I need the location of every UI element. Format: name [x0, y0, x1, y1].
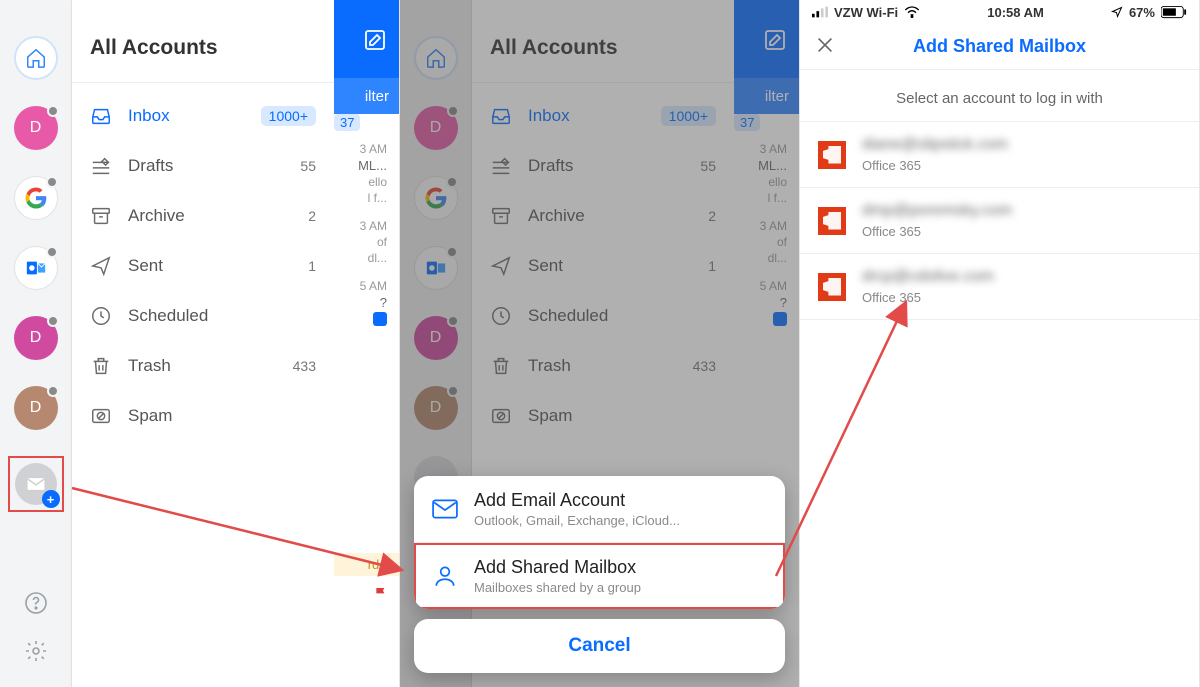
folder-drafts[interactable]: Drafts 55 [72, 141, 334, 191]
plus-icon: + [42, 490, 60, 508]
peek-yesterday-header: rday [334, 553, 399, 576]
clock-label: 10:58 AM [987, 5, 1044, 20]
message-list-peek: ilter 37 3 AM ML... ello l f... 3 AM of … [334, 0, 399, 687]
account-avatar-3[interactable]: D [14, 386, 58, 430]
mail-icon [432, 499, 458, 519]
panel-step-1: D D D + [0, 0, 400, 687]
account-list: diane@slipstick.comOffice 365 dmp@porems… [800, 121, 1199, 320]
panel-step-2: D D D All Accounts Inbox1000+ Drafts55 A… [400, 0, 800, 687]
wifi-icon [904, 6, 920, 18]
nav-bar: Add Shared Mailbox [800, 24, 1199, 70]
compose-icon[interactable] [363, 28, 387, 52]
folder-drawer: All Accounts Inbox 1000+ Drafts 55 Archi… [72, 0, 334, 687]
status-bar: VZW Wi-Fi 10:58 AM 67% [800, 0, 1199, 24]
add-account-button[interactable]: + [15, 463, 57, 505]
office365-icon [818, 141, 846, 169]
account-row-1[interactable]: diane@slipstick.comOffice 365 [800, 122, 1199, 188]
account-avatar-1[interactable]: D [14, 106, 58, 150]
action-sheet: Add Email Account Outlook, Gmail, Exchan… [414, 476, 785, 673]
account-rail: D D D + [0, 0, 72, 687]
home-icon [25, 47, 47, 69]
person-icon [432, 563, 458, 589]
folder-trash[interactable]: Trash 433 [72, 341, 334, 391]
account-avatar-2[interactable]: D [14, 316, 58, 360]
close-icon[interactable] [814, 34, 836, 56]
help-icon[interactable] [24, 591, 48, 615]
cancel-button[interactable]: Cancel [414, 619, 785, 673]
add-account-highlight: + [8, 456, 64, 512]
signal-icon [812, 6, 828, 18]
page-title: Add Shared Mailbox [913, 36, 1086, 57]
filter-label[interactable]: ilter [334, 78, 399, 114]
battery-icon [1161, 6, 1187, 19]
drawer-title: All Accounts [72, 0, 334, 83]
hint-text: Select an account to log in with [800, 70, 1199, 121]
folder-archive[interactable]: Archive 2 [72, 191, 334, 241]
sent-icon [90, 255, 112, 277]
spam-icon [90, 405, 112, 427]
gear-icon[interactable] [24, 639, 48, 663]
carrier-label: VZW Wi-Fi [834, 5, 898, 20]
office365-icon [818, 207, 846, 235]
folder-inbox[interactable]: Inbox 1000+ [72, 91, 334, 141]
peek-message-2[interactable]: 3 AM of dl... [340, 219, 393, 265]
peek-message-1[interactable]: 3 AM ML... ello l f... [340, 142, 393, 205]
folder-sent[interactable]: Sent 1 [72, 241, 334, 291]
unread-indicator [373, 312, 387, 326]
google-icon [25, 187, 47, 209]
panel-step-3: VZW Wi-Fi 10:58 AM 67% Add Shared Mailbo… [800, 0, 1200, 687]
mail-icon [26, 476, 46, 492]
focused-count-badge: 37 [334, 114, 360, 131]
rail-bottom [0, 591, 72, 663]
add-shared-mailbox-row[interactable]: Add Shared Mailbox Mailboxes shared by a… [414, 543, 785, 609]
folder-scheduled[interactable]: Scheduled [72, 291, 334, 341]
home-account-avatar[interactable] [14, 36, 58, 80]
account-row-3[interactable]: drcp@cdolive.comOffice 365 [800, 254, 1199, 320]
outlook-icon [25, 257, 47, 279]
folder-spam[interactable]: Spam [72, 391, 334, 441]
account-avatar-outlook[interactable] [14, 246, 58, 290]
add-email-account-row[interactable]: Add Email Account Outlook, Gmail, Exchan… [414, 476, 785, 543]
account-row-2[interactable]: dmp@poremsky.comOffice 365 [800, 188, 1199, 254]
trash-icon [90, 355, 112, 377]
archive-icon [90, 205, 112, 227]
peek-message-3[interactable]: 5 AM ? [340, 279, 393, 326]
peek-header [334, 0, 399, 78]
battery-label: 67% [1129, 5, 1155, 20]
account-avatar-google[interactable] [14, 176, 58, 220]
office365-icon [818, 273, 846, 301]
inbox-icon [90, 105, 112, 127]
location-icon [1111, 6, 1123, 18]
scheduled-icon [90, 305, 112, 327]
flag-icon [373, 586, 389, 602]
drafts-icon [90, 155, 112, 177]
